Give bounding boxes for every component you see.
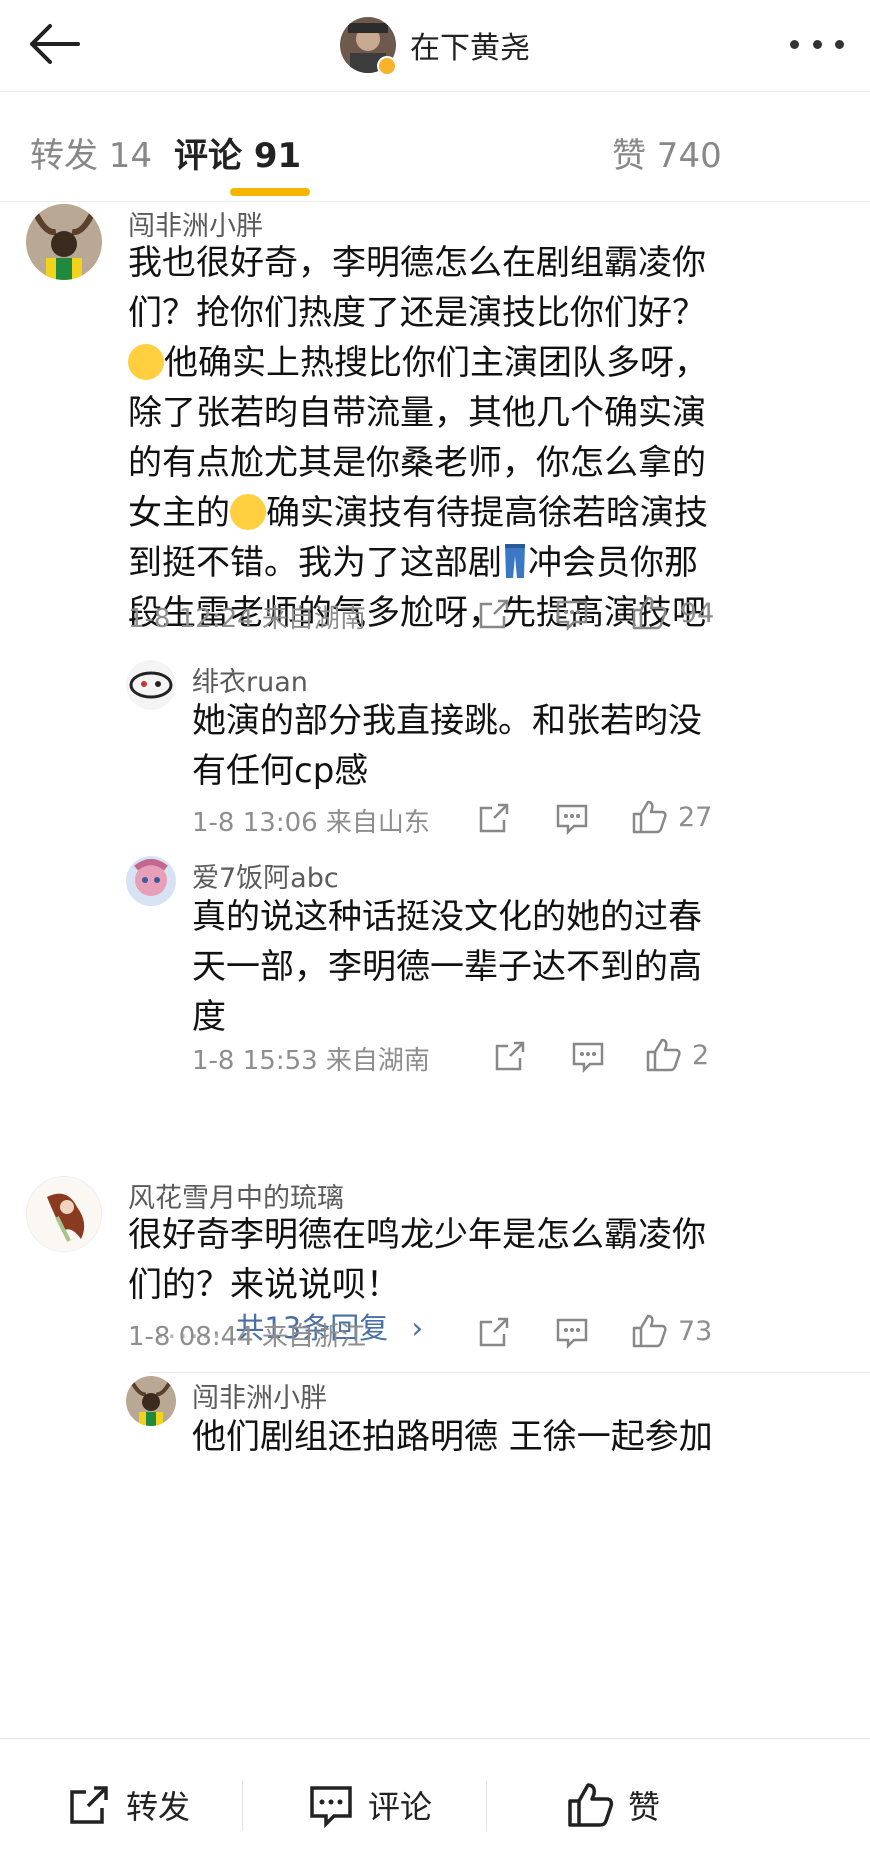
comment-line: 除了张若昀自带流量，其他几个确实演 (128, 393, 706, 433)
commenter-avatar[interactable] (26, 204, 102, 280)
verified-badge-icon (377, 56, 397, 76)
like-count: 73 (678, 1316, 713, 1347)
commenter-avatar[interactable] (26, 1176, 102, 1252)
share-icon[interactable] (492, 1038, 528, 1074)
tab-bar: 转发 14 评论 91 赞 740 (0, 92, 870, 202)
commenter-avatar[interactable] (126, 1376, 176, 1426)
comment-meta: 1-8 15:53 来自湖南 (192, 1046, 430, 1076)
laughing-emoji-icon (128, 344, 164, 380)
comment-meta: 1-8 12:24 来自湖南 (128, 604, 366, 634)
commenter-avatar[interactable] (126, 660, 176, 710)
back-arrow-icon[interactable] (26, 22, 82, 66)
tab-likes[interactable]: 赞 740 (612, 128, 722, 177)
comment-line: 我也很好奇，李明德怎么在剧组霸凌你 (128, 243, 706, 283)
thumbs-up-icon[interactable] (630, 1312, 668, 1350)
comment-line: 到挺不错。我为了这部剧 (128, 543, 502, 583)
comment-icon (310, 1786, 352, 1828)
share-icon (70, 1786, 108, 1824)
comment-divider (150, 1372, 870, 1373)
thumbs-up-icon[interactable] (644, 1036, 682, 1074)
comment-line: 她演的部分我直接跳。和张若昀没 (192, 701, 702, 741)
comment-text: 很好奇李明德在鸣龙少年是怎么霸凌你 们的？来说说呗！ (128, 1210, 828, 1310)
commenter-name[interactable]: 绯衣ruan (192, 660, 308, 699)
comment-line: 有任何cp感 (192, 751, 369, 791)
comment-line: 女主的 (128, 493, 230, 533)
thumbs-up-icon[interactable] (630, 798, 668, 836)
top-bar: 在下黄尧 (0, 0, 870, 92)
comment-line-with-emoji: 他确实上热搜比你们主演团队多呀， (128, 338, 828, 388)
jeans-emoji-icon (505, 544, 525, 578)
thumbs-up-icon (568, 1783, 614, 1827)
post-author[interactable]: 在下黄尧 (340, 16, 530, 74)
thumbs-up-icon[interactable] (630, 594, 668, 632)
tab-comments[interactable]: 评论 91 (174, 128, 301, 177)
comment-label: 评论 (368, 1788, 433, 1826)
like-count: 27 (678, 802, 713, 833)
comment-line: 确实演技有待提高徐若晗演技 (266, 493, 708, 533)
commenter-name[interactable]: 闯非洲小胖 (192, 1376, 327, 1415)
comment-line: 真的说这种话挺没文化的她的过春 (192, 897, 702, 937)
tab-repost[interactable]: 转发 14 (30, 128, 152, 177)
comment-line: 冲会员你那 (528, 543, 698, 583)
comment-line: 度 (192, 997, 226, 1037)
comment-line: 他确实上热搜比你们主演团队多呀， (164, 343, 708, 383)
comment-line: 们的？来说说呗！ (128, 1265, 400, 1305)
commenter-name[interactable]: 爱7饭阿abc (192, 856, 339, 895)
separator (242, 1781, 243, 1831)
chevron-right-icon: › (411, 1311, 424, 1345)
comment-text: 真的说这种话挺没文化的她的过春 天一部，李明德一辈子达不到的高 度 (192, 892, 832, 1042)
like-label: 赞 (628, 1788, 661, 1826)
like-count: 94 (680, 598, 715, 629)
comment-text: 我也很好奇，李明德怎么在剧组霸凌你 们？抢你们热度了还是演技比你们好？ 他确实上… (128, 238, 828, 638)
commenter-avatar[interactable] (126, 856, 176, 906)
comment-line-with-emoji: 女主的 确实演技有待提高徐若晗演技 (128, 488, 828, 538)
comment-text: 他们剧组还拍路明德 王徐一起参加 (192, 1412, 832, 1462)
share-icon[interactable] (476, 596, 512, 632)
like-button[interactable]: 赞 (566, 1779, 660, 1831)
comment-button[interactable]: 评论 (308, 1779, 432, 1831)
comment-line-with-emoji: 到挺不错。我为了这部剧 冲会员你那 (128, 538, 828, 588)
crying-laughing-emoji-icon (230, 494, 266, 530)
active-tab-indicator (230, 188, 310, 196)
comment-line: 的有点尬尤其是你桑老师，你怎么拿的 (128, 443, 706, 483)
comment-text: 她演的部分我直接跳。和张若昀没 有任何cp感 (192, 696, 832, 796)
comment-meta: 1-8 08:44 来自浙江 (128, 1322, 366, 1352)
comment-icon[interactable] (554, 800, 590, 836)
comment-line: 他们剧组还拍路明德 王徐一起参加 (192, 1417, 713, 1457)
comment-line: 天一部，李明德一辈子达不到的高 (192, 947, 702, 987)
separator (486, 1781, 487, 1831)
like-count: 2 (692, 1040, 710, 1071)
more-dots-icon[interactable] (790, 34, 844, 54)
comment-meta: 1-8 13:06 来自山东 (192, 808, 430, 838)
comment-icon[interactable] (570, 1038, 606, 1074)
author-name[interactable]: 在下黄尧 (410, 23, 530, 67)
comment-icon[interactable] (554, 1314, 590, 1350)
repost-label: 转发 (126, 1788, 191, 1826)
comment-line: 很好奇李明德在鸣龙少年是怎么霸凌你 (128, 1215, 706, 1255)
comment-line: 们？抢你们热度了还是演技比你们好？ (128, 293, 706, 333)
comment-icon[interactable] (554, 596, 590, 632)
share-icon[interactable] (476, 1314, 512, 1350)
repost-button[interactable]: 转发 (66, 1779, 190, 1831)
bottom-action-bar: 转发 评论 赞 (0, 1738, 870, 1871)
share-icon[interactable] (476, 800, 512, 836)
